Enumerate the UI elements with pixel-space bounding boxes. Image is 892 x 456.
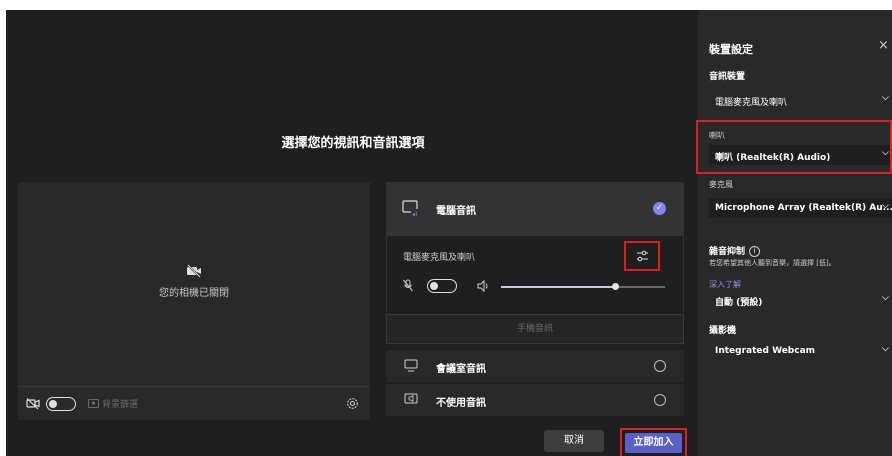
chevron-down-icon: ⌵ bbox=[882, 344, 889, 354]
check-icon: ✓ bbox=[653, 202, 666, 215]
camera-off-message: 您的相機已關閉 bbox=[159, 288, 229, 299]
device-settings-button[interactable] bbox=[624, 241, 660, 271]
audio-device-dropdown[interactable]: 電腦麥克風及喇叭 ⌵ bbox=[709, 90, 892, 110]
volume-handle[interactable] bbox=[611, 283, 619, 290]
chevron-down-icon: ⌵ bbox=[882, 93, 889, 103]
settings-title: 裝置設定 bbox=[709, 43, 753, 56]
chevron-down-icon: ⌵ bbox=[882, 293, 889, 303]
speaker-icon bbox=[477, 280, 488, 292]
learn-more-link[interactable]: 深入了解 bbox=[709, 279, 741, 290]
meeting-prejoin-window: 選擇您的視訊和音訊選項 您的相機已關閉 背景篩選 ◂) 電腦音訊 ✓ 電腦麥克風… bbox=[6, 10, 892, 456]
camera-toggle-icon bbox=[26, 398, 40, 410]
camera-toggle[interactable] bbox=[46, 397, 76, 411]
chevron-down-icon: ⌵ bbox=[882, 201, 889, 211]
background-filter-label[interactable]: 背景篩選 bbox=[102, 397, 138, 410]
audio-device-panel: 電腦麥克風及喇叭 bbox=[386, 236, 684, 312]
mic-dropdown[interactable]: Microphone Array (Realtek(R) Au... ⌵ bbox=[709, 198, 892, 218]
room-audio-icon bbox=[404, 359, 418, 372]
audio-device-label: 音訊裝置 bbox=[709, 72, 746, 82]
camera-label: 攝影機 bbox=[709, 326, 737, 336]
mic-toggle[interactable] bbox=[427, 279, 457, 293]
computer-audio-icon: ◂) bbox=[402, 200, 419, 218]
audio-device-name: 電腦麥克風及喇叭 bbox=[403, 253, 476, 263]
camera-value: Integrated Webcam bbox=[715, 346, 816, 356]
camera-toggle-knob bbox=[49, 399, 57, 408]
background-icon bbox=[88, 399, 99, 408]
info-icon[interactable]: i bbox=[749, 246, 761, 257]
room-audio-radio[interactable] bbox=[654, 360, 666, 372]
no-audio-icon bbox=[404, 393, 418, 404]
camera-preview: 您的相機已關閉 bbox=[18, 182, 370, 386]
no-audio-option[interactable]: 不使用音訊 bbox=[386, 384, 684, 416]
mic-off-icon bbox=[403, 279, 413, 292]
sliders-icon bbox=[637, 250, 648, 262]
close-icon[interactable]: × bbox=[878, 38, 889, 53]
noise-suppression-label: 雜音抑制 i bbox=[709, 244, 761, 257]
join-now-highlight: 立即加入 bbox=[620, 428, 687, 456]
page-title: 選擇您的視訊和音訊選項 bbox=[281, 136, 425, 151]
noise-value: 自動 (預設) bbox=[715, 298, 763, 308]
gear-icon[interactable] bbox=[346, 397, 359, 410]
mic-label: 麥克風 bbox=[709, 180, 733, 189]
camera-controls-bar: 背景篩選 bbox=[18, 386, 370, 420]
svg-text:◂): ◂) bbox=[412, 211, 417, 218]
camera-off-icon bbox=[187, 264, 201, 278]
join-now-button[interactable]: 立即加入 bbox=[625, 433, 682, 453]
device-settings-panel: 裝置設定 × 音訊裝置 電腦麥克風及喇叭 ⌵ 喇叭 喇叭 (Realtek(R)… bbox=[698, 10, 892, 456]
computer-audio-option[interactable]: ◂) 電腦音訊 ✓ bbox=[386, 182, 684, 236]
no-audio-label: 不使用音訊 bbox=[436, 398, 486, 409]
camera-dropdown[interactable]: Integrated Webcam ⌵ bbox=[709, 341, 892, 361]
noise-description: 若您希望其他人聽到音樂，請選擇 [低]。 bbox=[709, 259, 836, 267]
audio-device-value: 電腦麥克風及喇叭 bbox=[715, 98, 788, 108]
noise-dropdown[interactable]: 自動 (預設) ⌵ bbox=[709, 290, 892, 310]
noise-suppression-text: 雜音抑制 bbox=[709, 247, 746, 257]
computer-audio-label: 電腦音訊 bbox=[436, 206, 476, 217]
room-audio-label: 會議室音訊 bbox=[436, 364, 486, 375]
volume-slider[interactable] bbox=[501, 283, 665, 290]
no-audio-radio[interactable] bbox=[654, 394, 666, 406]
volume-fill bbox=[501, 286, 616, 288]
cancel-button[interactable]: 取消 bbox=[544, 430, 604, 452]
mic-value: Microphone Array (Realtek(R) Au... bbox=[715, 203, 892, 213]
mic-toggle-knob bbox=[430, 281, 438, 290]
speaker-highlight-box bbox=[696, 120, 892, 174]
phone-audio-option[interactable]: 手機音訊 bbox=[386, 314, 684, 344]
room-audio-option[interactable]: 會議室音訊 bbox=[386, 350, 684, 382]
